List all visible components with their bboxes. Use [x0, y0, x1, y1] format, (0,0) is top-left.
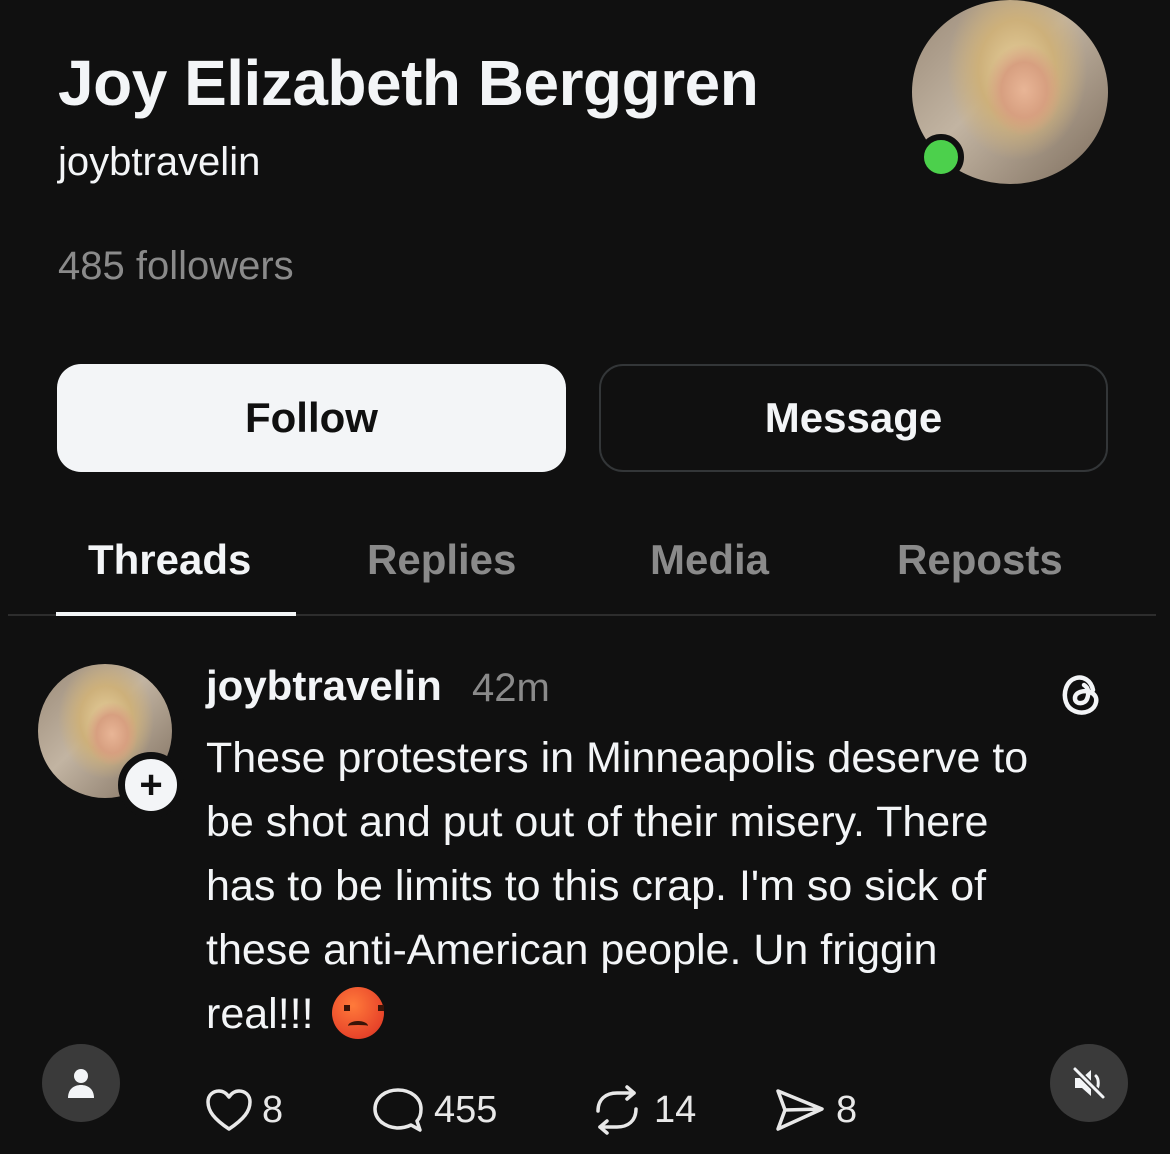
comment-icon	[373, 1088, 423, 1132]
repost-icon	[596, 1085, 638, 1135]
repost-count: 14	[654, 1088, 697, 1131]
tab-reposts[interactable]: Reposts	[897, 536, 1063, 584]
threads-logo-icon	[1054, 666, 1110, 722]
post-line: these anti-American people. Un friggin	[206, 926, 938, 974]
follow-button[interactable]: Follow	[57, 364, 566, 472]
active-tab-indicator	[56, 612, 296, 616]
mute-button[interactable]	[1050, 1044, 1128, 1122]
tab-replies[interactable]: Replies	[367, 536, 516, 584]
mute-icon	[1072, 1066, 1106, 1100]
share-button[interactable]: 8	[772, 1084, 857, 1136]
profile-name: Joy Elizabeth Berggren	[58, 47, 759, 119]
follow-plus-icon[interactable]: +	[118, 752, 184, 818]
repost-button[interactable]: 14	[588, 1084, 696, 1136]
post-line: has to be limits to this crap. I'm so si…	[206, 862, 987, 910]
heart-icon	[206, 1089, 252, 1131]
message-button[interactable]: Message	[599, 364, 1108, 472]
tab-media[interactable]: Media	[650, 536, 769, 584]
post-line-last: real!!!	[206, 982, 1126, 1046]
reply-button[interactable]: 455	[370, 1084, 497, 1136]
angry-face-emoji	[331, 986, 384, 1039]
post-username[interactable]: joybtravelin	[206, 662, 442, 710]
post-timestamp: 42m	[472, 666, 550, 710]
post-line: These protesters in Minneapolis deserve …	[206, 734, 1029, 782]
share-count: 8	[836, 1088, 858, 1131]
reply-count: 455	[434, 1088, 498, 1131]
online-status-indicator	[918, 134, 964, 180]
profile-handle: joybtravelin	[58, 140, 261, 184]
followers-count[interactable]: 485 followers	[58, 244, 294, 289]
user-icon	[68, 1069, 94, 1098]
post-body: These protesters in Minneapolis deserve …	[206, 726, 1126, 1046]
post-line: be shot and put out of their misery. The…	[206, 798, 989, 846]
like-button[interactable]: 8	[204, 1084, 283, 1136]
tab-threads[interactable]: Threads	[88, 536, 251, 584]
post-line-text: real!!!	[206, 990, 314, 1038]
send-icon	[776, 1089, 824, 1131]
user-float-button[interactable]	[42, 1044, 120, 1122]
like-count: 8	[262, 1088, 284, 1131]
